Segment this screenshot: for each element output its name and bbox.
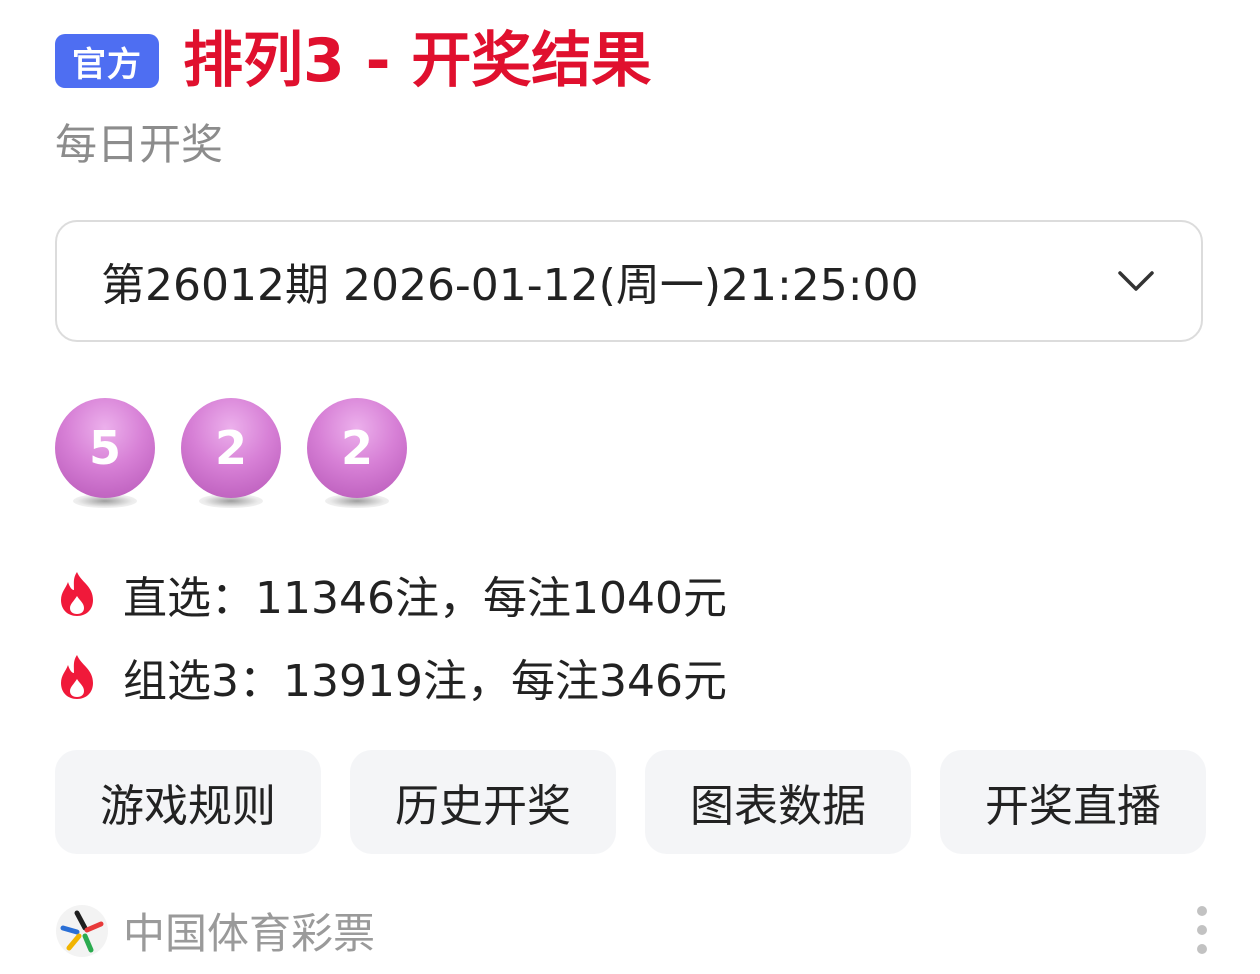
- number-ball-value: 2: [307, 398, 407, 498]
- live-draw-button[interactable]: 开奖直播: [940, 750, 1206, 854]
- more-dot: [1197, 944, 1207, 954]
- number-ball-value: 5: [55, 398, 155, 498]
- number-ball: 2: [181, 398, 281, 518]
- history-draws-button[interactable]: 历史开奖: [350, 750, 616, 854]
- draw-issue-value: 第26012期 2026-01-12(周一)21:25:00: [101, 260, 919, 311]
- more-dot: [1197, 906, 1207, 916]
- source-footer[interactable]: 中国体育彩票: [55, 900, 375, 961]
- lottery-result-card: 官方 排列3 - 开奖结果 每日开奖 第26012期 2026-01-12(周一…: [0, 0, 1260, 974]
- number-ball: 2: [307, 398, 407, 518]
- fire-icon: [61, 655, 93, 699]
- chevron-down-icon: [1118, 271, 1154, 291]
- number-ball: 5: [55, 398, 155, 518]
- page-title[interactable]: 排列3 - 开奖结果: [183, 26, 651, 96]
- source-name: 中国体育彩票: [123, 909, 376, 958]
- game-rules-button[interactable]: 游戏规则: [55, 750, 321, 854]
- draw-frequency: 每日开奖: [55, 120, 224, 169]
- china-sports-lottery-logo-icon: [56, 904, 108, 957]
- number-ball-value: 2: [181, 398, 281, 498]
- chart-data-button[interactable]: 图表数据: [645, 750, 911, 854]
- more-vertical-icon[interactable]: [1190, 906, 1214, 954]
- prize-group3-text: 组选3：13919注，每注346元: [123, 656, 727, 707]
- fire-icon: [61, 572, 93, 616]
- prize-direct-text: 直选：11346注，每注1040元: [123, 573, 727, 624]
- official-badge: 官方: [55, 34, 159, 88]
- action-buttons: 游戏规则 历史开奖 图表数据 开奖直播: [55, 750, 1206, 854]
- header: 官方 排列3 - 开奖结果: [55, 26, 651, 96]
- prize-direct: 直选：11346注，每注1040元: [55, 562, 727, 626]
- draw-issue-select[interactable]: 第26012期 2026-01-12(周一)21:25:00: [55, 220, 1203, 342]
- winning-numbers: 5 2 2: [55, 398, 433, 518]
- more-dot: [1197, 925, 1207, 935]
- prize-group3: 组选3：13919注，每注346元: [55, 645, 727, 709]
